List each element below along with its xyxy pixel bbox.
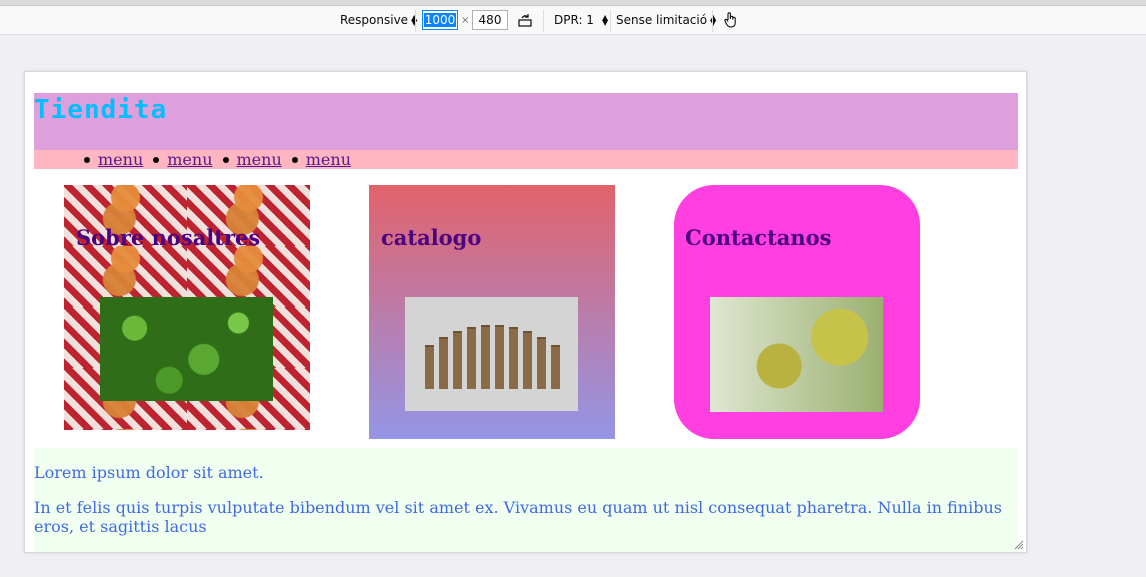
bullet-icon [222,156,229,163]
card-about-title: Sobre nosaltres [76,225,261,250]
throttling-selector[interactable]: Sense limitació ▲ ▼ [616,6,716,34]
nav-link-menu-4[interactable]: menu [306,150,351,169]
dpr-label: DPR: 1 [554,13,594,27]
responsive-toolbar: Responsive ▲▼ 1000 × 480 DPR: 1 ▲▼ Sense… [0,6,1146,35]
tea-bag [537,337,546,389]
device-selector-label: Responsive [340,13,409,27]
rotate-button[interactable] [517,6,533,34]
site-header: Tiendita [34,93,1018,150]
site-nav: menu menu menu menu [34,150,1018,169]
tea-bag [551,345,560,389]
toolbar-divider [712,10,713,32]
chevron-updown-icon: ▲▼ [601,13,609,27]
tea-bag [523,331,532,389]
viewport-width-value: 1000 [423,13,457,27]
resize-handle-icon[interactable] [1014,540,1024,550]
tea-bag [453,331,462,389]
card-contact: Contactanos [674,185,920,439]
mint-leaves-image [100,297,273,401]
dpr-selector[interactable]: DPR: 1 ▲ ▼ [554,6,608,34]
nav-item: menu [291,150,351,169]
throttling-label: Sense limitació [616,13,708,27]
nav-link-menu-2[interactable]: menu [167,150,212,169]
green-tea-image [710,297,883,412]
chevron-updown-icon: ▲▼ [710,13,717,27]
dimension-separator: × [461,14,470,26]
nav-link-menu-1[interactable]: menu [98,150,143,169]
bullet-icon [153,156,160,163]
paragraph-intro: Lorem ipsum dolor sit amet. [34,463,264,482]
viewport-height-input[interactable]: 480 [472,10,508,30]
tea-bag [495,325,504,389]
device-selector[interactable]: Responsive ▲▼ [340,6,417,34]
nav-item: menu [84,150,143,169]
toolbar-divider [610,10,611,32]
cards-section: Sobre nosaltres catalogo Contactanos [34,169,1018,449]
toolbar-divider [543,10,544,32]
text-section: Lorem ipsum dolor sit amet. In et felis … [34,448,1018,552]
bullet-icon [291,156,298,163]
page-content: Tiendita menu menu menu menu Sobre nosal… [34,93,1018,449]
toolbar-divider [415,10,416,32]
card-catalog: catalogo [369,185,615,439]
tea-bags-image [405,297,578,411]
bullet-icon [84,156,90,163]
card-about: Sobre nosaltres [64,185,310,430]
tea-bag [509,327,518,389]
paragraph-body: In et felis quis turpis vulputate bibend… [34,498,1002,536]
responsive-viewport: Tiendita menu menu menu menu Sobre nosal… [24,71,1027,553]
nav-link-menu-3[interactable]: menu [237,150,282,169]
site-title: Tiendita [34,95,168,125]
touch-icon [724,12,736,28]
tea-bag [439,337,448,389]
nav-item: menu [153,150,213,169]
viewport-height-value: 480 [478,13,502,27]
card-contact-title: Contactanos [685,225,832,250]
tea-bag [467,327,476,389]
card-catalog-title: catalogo [381,225,482,250]
nav-list: menu menu menu menu [84,150,361,169]
nav-item: menu [222,150,282,169]
rotate-icon [518,14,532,27]
tea-bag [425,345,434,389]
viewport-width-input[interactable]: 1000 [422,10,458,30]
touch-simulation-button[interactable] [722,6,738,34]
tea-bag [481,325,490,389]
